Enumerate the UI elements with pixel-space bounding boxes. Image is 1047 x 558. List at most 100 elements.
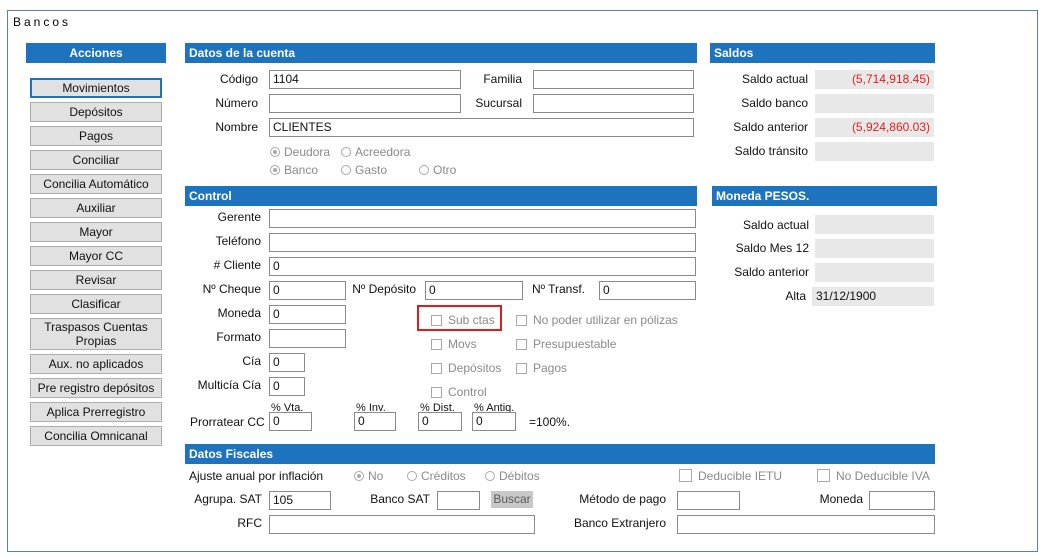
- radio-selected-icon: [354, 471, 364, 481]
- accion-button-9[interactable]: Clasificar: [30, 294, 162, 314]
- radio-debitos[interactable]: Débitos: [485, 469, 540, 483]
- f-moneda-field[interactable]: [869, 491, 935, 510]
- cuenta-header: Datos de la cuenta: [185, 43, 697, 63]
- radio-banco[interactable]: Banco: [270, 163, 318, 177]
- numero-field[interactable]: [269, 94, 461, 113]
- gerente-field[interactable]: [269, 209, 696, 228]
- banco-sat-field[interactable]: [437, 491, 480, 510]
- radio-deudora[interactable]: Deudora: [270, 145, 330, 159]
- accion-button-10[interactable]: Traspasos Cuentas Propias: [30, 318, 162, 350]
- radio-creditos[interactable]: Créditos: [407, 469, 466, 483]
- radio-empty-icon: [341, 147, 351, 157]
- movs-checkbox[interactable]: Movs: [431, 337, 477, 351]
- banco-ext-label: Banco Extranjero: [573, 516, 666, 530]
- radio-otro[interactable]: Otro: [419, 163, 456, 177]
- banco-sat-label: Banco SAT: [370, 492, 430, 506]
- accion-button-13[interactable]: Aplica Prerregistro: [30, 402, 162, 422]
- accion-button-12[interactable]: Pre registro depósitos: [30, 378, 162, 398]
- alta-value: 31/12/1900: [812, 287, 934, 306]
- f-moneda-label: Moneda: [819, 492, 863, 506]
- antig-field[interactable]: 0: [472, 412, 516, 431]
- accion-button-0[interactable]: Movimientos: [30, 78, 162, 98]
- radio-no[interactable]: No: [354, 469, 383, 483]
- vta-field[interactable]: 0: [269, 412, 312, 431]
- m-saldo-actual-value: [815, 215, 934, 234]
- no-poder-checkbox[interactable]: No poder utilizar en pólizas: [516, 313, 678, 327]
- window-title: Bancos: [13, 15, 72, 29]
- radio-empty-icon: [341, 165, 351, 175]
- moneda-label: Moneda: [217, 306, 261, 320]
- banco-ext-field[interactable]: [677, 515, 935, 534]
- accion-button-3[interactable]: Conciliar: [30, 150, 162, 170]
- saldo-transito-label: Saldo tránsito: [734, 144, 808, 158]
- prorratear-label: Prorratear CC: [190, 415, 265, 429]
- checkbox-icon: [516, 339, 527, 350]
- sub-ctas-checkbox[interactable]: Sub ctas: [431, 313, 495, 327]
- cliente-label: # Cliente: [213, 258, 261, 272]
- accion-button-8[interactable]: Revisar: [30, 270, 162, 290]
- multicia-field[interactable]: 0: [269, 377, 305, 396]
- checkbox-icon: [431, 315, 442, 326]
- radio-empty-icon: [419, 165, 429, 175]
- radio-gasto[interactable]: Gasto: [341, 163, 387, 177]
- no-deducible-iva-checkbox[interactable]: No Deducible IVA: [817, 469, 930, 483]
- transf-label: Nº Transf.: [531, 282, 585, 296]
- checkbox-icon: [431, 363, 442, 374]
- accion-button-2[interactable]: Pagos: [30, 126, 162, 146]
- radio-selected-icon: [270, 147, 280, 157]
- moneda-header: Moneda PESOS.: [712, 186, 937, 206]
- accion-button-11[interactable]: Aux. no aplicados: [30, 354, 162, 374]
- saldo-transito-value: [815, 142, 934, 161]
- saldo-banco-label: Saldo banco: [741, 96, 808, 110]
- accion-button-14[interactable]: Concilia Omnicanal: [30, 426, 162, 446]
- codigo-label: Código: [219, 72, 258, 86]
- deducible-ietu-checkbox[interactable]: Deducible IETU: [679, 469, 782, 483]
- deposito-field[interactable]: 0: [425, 281, 523, 300]
- cliente-field[interactable]: 0: [269, 257, 696, 276]
- checkbox-icon: [516, 315, 527, 326]
- deposito-label: Nº Depósito: [352, 282, 416, 296]
- metodo-label: Método de pago: [579, 492, 666, 506]
- codigo-field[interactable]: 1104: [269, 70, 461, 89]
- accion-button-7[interactable]: Mayor CC: [30, 246, 162, 266]
- alta-label: Alta: [785, 289, 806, 303]
- nombre-field[interactable]: CLIENTES: [269, 118, 694, 137]
- saldo-anterior-label: Saldo anterior: [733, 120, 808, 134]
- moneda-field[interactable]: 0: [269, 305, 346, 324]
- presupuestable-checkbox[interactable]: Presupuestable: [516, 337, 616, 351]
- cia-field[interactable]: 0: [269, 353, 305, 372]
- accion-button-1[interactable]: Depósitos: [30, 102, 162, 122]
- agrupa-label: Agrupa. SAT: [194, 492, 262, 506]
- accion-button-6[interactable]: Mayor: [30, 222, 162, 242]
- control-checkbox[interactable]: Control: [431, 385, 487, 399]
- radio-acreedora[interactable]: Acreedora: [341, 145, 410, 159]
- dist-field[interactable]: 0: [418, 412, 462, 431]
- radio-empty-icon: [407, 471, 417, 481]
- formato-label: Formato: [216, 330, 261, 344]
- m-saldo-actual-label: Saldo actual: [742, 218, 809, 232]
- checkbox-icon: [431, 339, 442, 350]
- inv-field[interactable]: 0: [354, 412, 396, 431]
- saldo-banco-value: [815, 94, 934, 113]
- nombre-label: Nombre: [215, 120, 258, 134]
- accion-button-4[interactable]: Concilia Automático: [30, 174, 162, 194]
- checkbox-icon: [817, 469, 830, 482]
- formato-field[interactable]: [269, 329, 346, 348]
- transf-field[interactable]: 0: [599, 281, 696, 300]
- pagos-checkbox[interactable]: Pagos: [516, 361, 567, 375]
- sucursal-field[interactable]: [533, 94, 694, 113]
- rfc-label: RFC: [237, 516, 262, 530]
- rfc-field[interactable]: [269, 515, 535, 534]
- accion-button-5[interactable]: Auxiliar: [30, 198, 162, 218]
- cheque-field[interactable]: 0: [269, 281, 346, 300]
- depositos-checkbox[interactable]: Depósitos: [431, 361, 501, 375]
- buscar-button[interactable]: Buscar: [491, 491, 533, 508]
- telefono-field[interactable]: [269, 233, 696, 252]
- saldos-header: Saldos: [710, 43, 935, 63]
- cia-label: Cía: [242, 354, 261, 368]
- familia-field[interactable]: [533, 70, 694, 89]
- agrupa-field[interactable]: 105: [269, 491, 331, 510]
- m-saldo-anterior-value: [815, 263, 934, 282]
- metodo-field[interactable]: [677, 491, 740, 510]
- m-saldo-anterior-label: Saldo anterior: [734, 265, 809, 279]
